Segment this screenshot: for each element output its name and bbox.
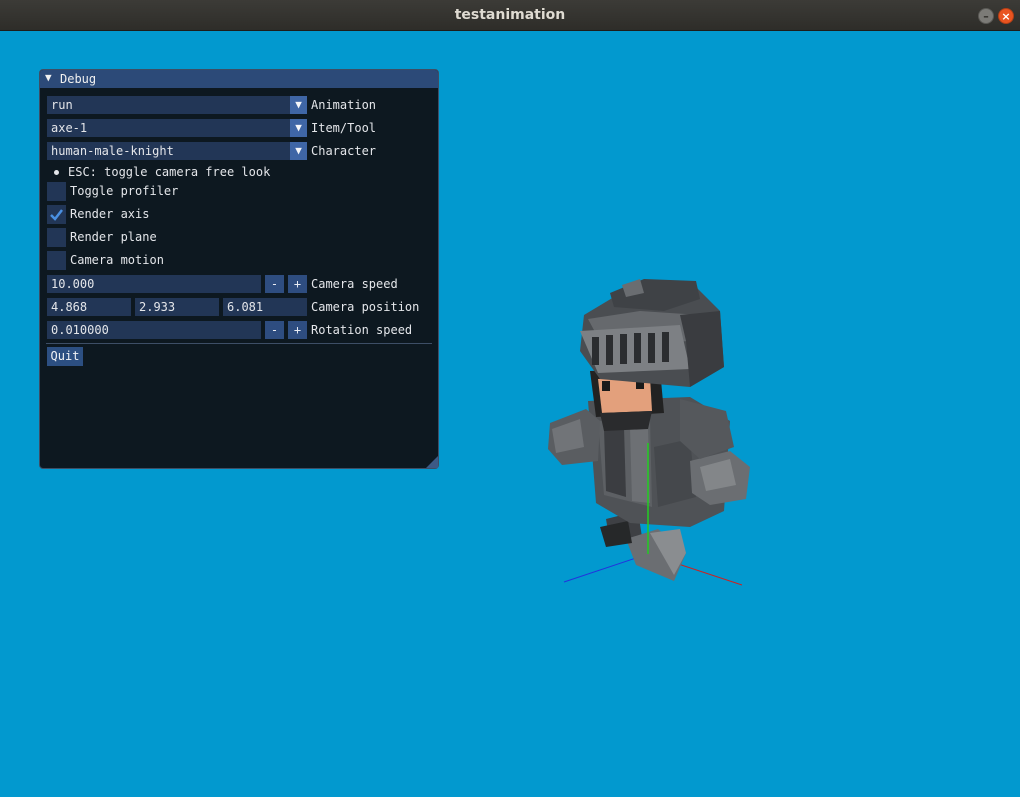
chevron-down-icon[interactable]: ▼ xyxy=(290,119,307,137)
debug-window-header[interactable]: ▼ Debug xyxy=(40,70,438,88)
bullet-icon xyxy=(54,170,59,175)
minimize-button[interactable]: – xyxy=(978,8,994,24)
chevron-down-icon[interactable]: ▼ xyxy=(290,96,307,114)
rotation-speed-decrement-button[interactable]: - xyxy=(265,321,284,339)
animation-label: Animation xyxy=(311,98,377,112)
window-title: testanimation xyxy=(454,7,566,23)
close-button[interactable]: × xyxy=(998,8,1014,24)
window-titlebar[interactable]: testanimation – × xyxy=(0,0,1020,31)
animation-combo[interactable]: run ▼ xyxy=(47,96,307,114)
render-axis-label: Render axis xyxy=(70,207,150,221)
camera-speed-decrement-button[interactable]: - xyxy=(265,275,284,293)
rotation-speed-label: Rotation speed xyxy=(311,323,413,337)
quit-button[interactable]: Quit xyxy=(47,347,83,366)
resize-grip[interactable] xyxy=(426,456,438,468)
character-label: Character xyxy=(311,144,377,158)
debug-window-title: Debug xyxy=(60,72,97,86)
camera-speed-input[interactable]: 10.000 xyxy=(47,275,261,293)
render-plane-label: Render plane xyxy=(70,230,157,244)
item-tool-combo-value[interactable]: axe-1 xyxy=(47,119,290,137)
toggle-profiler-checkbox[interactable] xyxy=(47,182,66,201)
item-tool-label: Item/Tool xyxy=(311,121,377,135)
animation-combo-value[interactable]: run xyxy=(47,96,290,114)
camera-motion-label: Camera motion xyxy=(70,253,164,267)
debug-window[interactable]: ▼ Debug run ▼ Animation axe-1 ▼ Item/Too… xyxy=(39,69,439,469)
camera-hint-text: ESC: toggle camera free look xyxy=(68,165,271,179)
camera-position-z-input[interactable]: 6.081 xyxy=(223,298,307,316)
camera-motion-checkbox[interactable] xyxy=(47,251,66,270)
chevron-down-icon[interactable]: ▼ xyxy=(290,142,307,160)
camera-position-label: Camera position xyxy=(311,300,420,314)
checkmark-icon xyxy=(50,209,63,221)
render-axis-checkbox[interactable] xyxy=(47,205,66,224)
character-combo-value[interactable]: human-male-knight xyxy=(47,142,290,160)
toggle-profiler-label: Toggle profiler xyxy=(70,184,179,198)
rotation-speed-increment-button[interactable]: + xyxy=(288,321,307,339)
render-plane-checkbox[interactable] xyxy=(47,228,66,247)
rotation-speed-input[interactable]: 0.010000 xyxy=(47,321,261,339)
item-tool-combo[interactable]: axe-1 ▼ xyxy=(47,119,307,137)
camera-speed-label: Camera speed xyxy=(311,277,398,291)
character-combo[interactable]: human-male-knight ▼ xyxy=(47,142,307,160)
separator xyxy=(46,343,432,344)
camera-position-x-input[interactable]: 4.868 xyxy=(47,298,131,316)
camera-position-y-input[interactable]: 2.933 xyxy=(135,298,219,316)
collapse-arrow-icon[interactable]: ▼ xyxy=(45,71,52,84)
camera-speed-increment-button[interactable]: + xyxy=(288,275,307,293)
knight-character-model xyxy=(548,279,750,586)
